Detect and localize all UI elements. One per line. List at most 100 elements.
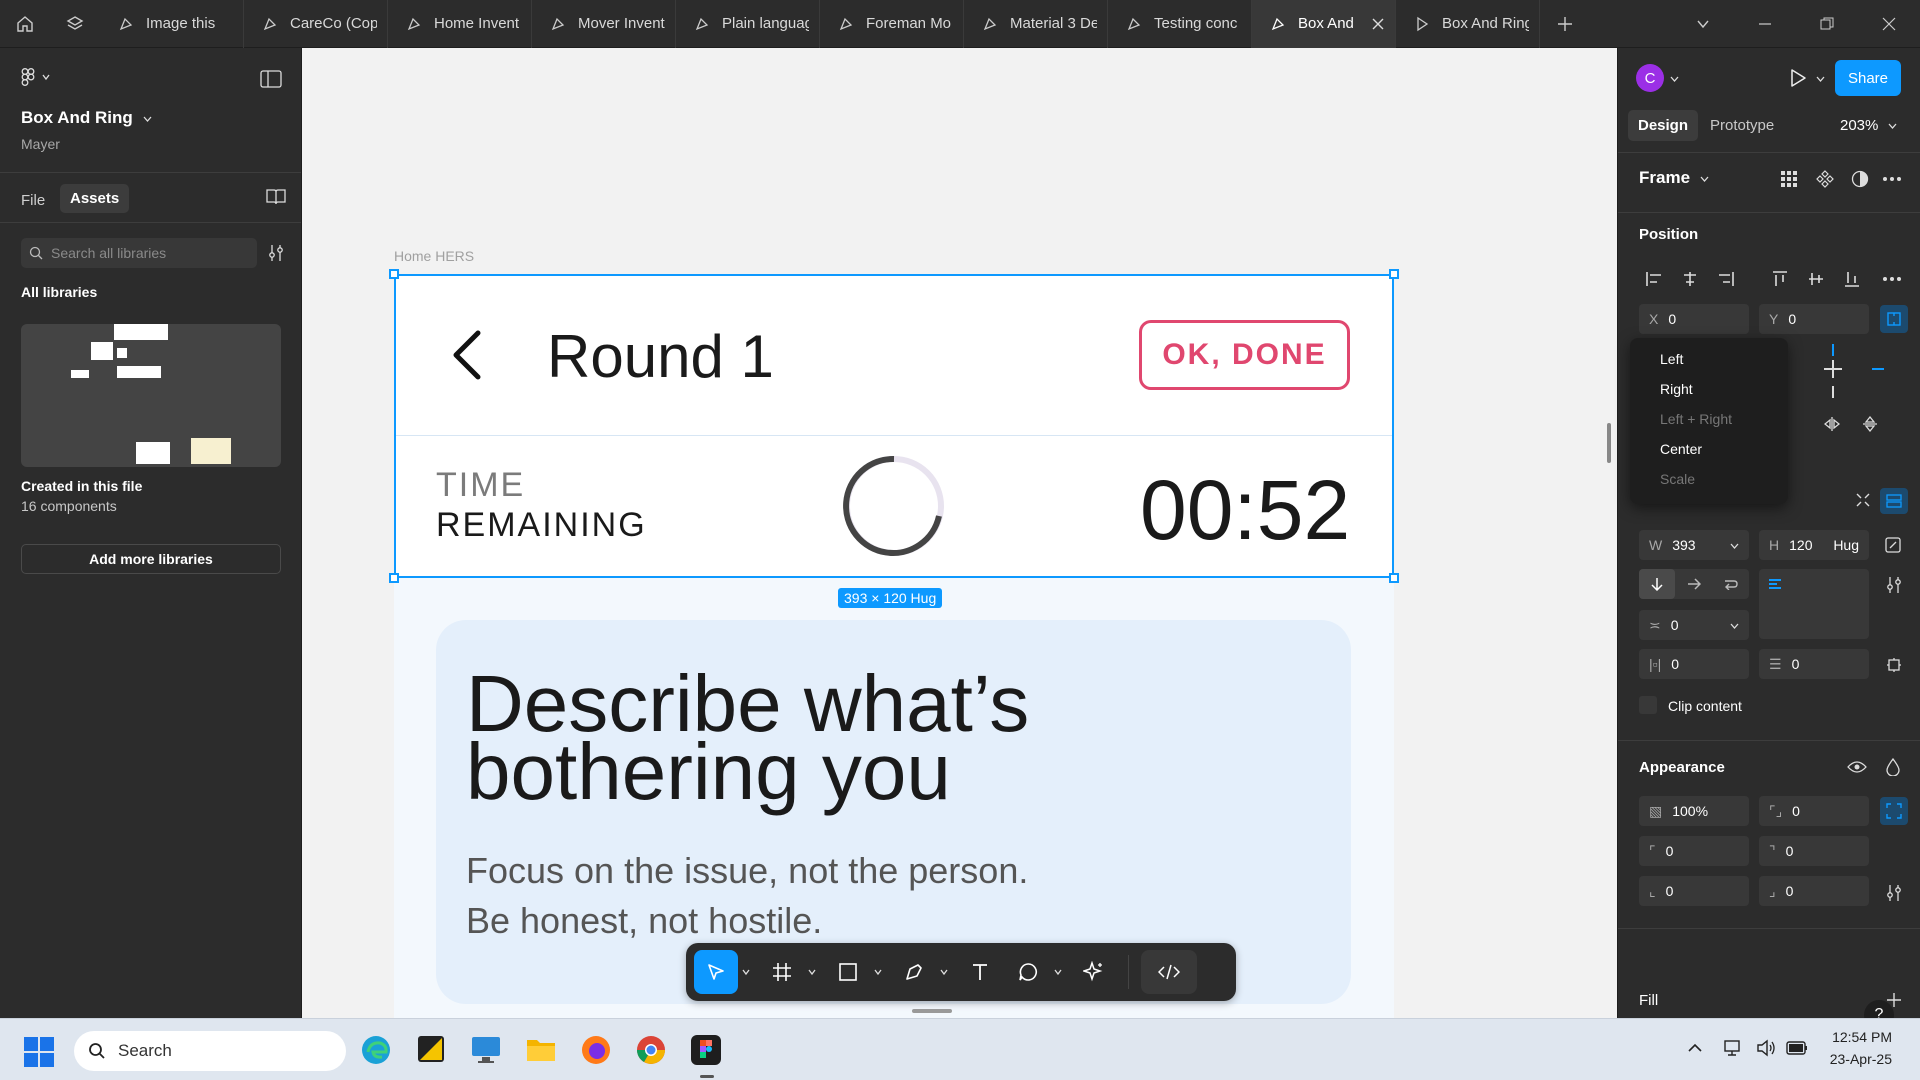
radius-bottom-right-field[interactable]: ⌟ 0 — [1759, 876, 1869, 906]
firefox-icon[interactable] — [580, 1034, 612, 1066]
share-button[interactable]: Share — [1835, 60, 1901, 96]
home-icon[interactable] — [0, 0, 50, 48]
arrow-right-icon[interactable] — [1675, 569, 1712, 599]
clip-content-checkbox[interactable] — [1639, 696, 1657, 714]
mask-icon[interactable] — [1851, 170, 1869, 188]
file-name[interactable]: Box And Ring — [21, 108, 152, 128]
selection-handle[interactable] — [1389, 269, 1399, 279]
opacity-field[interactable]: ▧ 100% — [1639, 796, 1749, 826]
file-tab[interactable]: Testing conc — [1108, 0, 1252, 48]
volume-icon[interactable] — [1756, 1039, 1776, 1057]
canvas[interactable]: Home HERS Round 1 OK, DONE TIME REMAININ… — [302, 48, 1617, 1018]
tab-assets[interactable]: Assets — [60, 184, 130, 213]
chrome-icon[interactable] — [635, 1034, 667, 1066]
menu-item-right[interactable]: Right — [1630, 374, 1788, 404]
constraints-icon[interactable] — [1880, 305, 1908, 333]
gap-field[interactable]: ≍ 0 — [1639, 610, 1749, 640]
file-explorer-icon[interactable] — [525, 1034, 557, 1064]
wrap-icon[interactable] — [1712, 569, 1749, 599]
constraint-right-line[interactable] — [1872, 368, 1884, 370]
file-tab[interactable]: Mover Invent — [532, 0, 676, 48]
add-libraries-button[interactable]: Add more libraries — [21, 544, 281, 574]
collapse-icon[interactable] — [1855, 492, 1871, 508]
menu-item-center[interactable]: Center — [1630, 434, 1788, 464]
horizontal-scrollbar[interactable] — [912, 1009, 952, 1013]
windows-start-icon[interactable] — [24, 1037, 54, 1067]
align-bottom-icon[interactable] — [1837, 264, 1867, 294]
more-icon[interactable] — [1877, 264, 1907, 294]
filter-icon[interactable] — [268, 244, 284, 262]
dev-mode-icon[interactable] — [1141, 950, 1197, 994]
chevron-down-icon[interactable] — [1672, 0, 1734, 48]
battery-icon[interactable] — [1786, 1041, 1808, 1055]
file-tab[interactable]: Image this — [100, 0, 244, 48]
independent-corners-icon[interactable] — [1880, 797, 1908, 825]
corner-radius-field[interactable]: ⌜⌟ 0 — [1759, 796, 1869, 826]
selection-handle[interactable] — [389, 573, 399, 583]
horizontal-padding-field[interactable]: |▫| 0 — [1639, 649, 1749, 679]
constraint-center-v[interactable] — [1832, 360, 1834, 378]
book-icon[interactable] — [266, 188, 286, 206]
drop-icon[interactable] — [1886, 758, 1900, 776]
chevron-down-icon[interactable] — [808, 968, 822, 976]
rectangle-tool-icon[interactable] — [826, 950, 870, 994]
align-right-icon[interactable] — [1711, 264, 1741, 294]
frame-type-dropdown[interactable]: Frame — [1639, 168, 1709, 188]
constraint-widget[interactable] — [1778, 344, 1918, 494]
frame-tool-icon[interactable] — [760, 950, 804, 994]
file-tab[interactable]: Home Invent — [388, 0, 532, 48]
clock-date[interactable]: 23-Apr-25 — [1820, 1051, 1892, 1067]
file-tab[interactable]: Plain languag — [676, 0, 820, 48]
figma-app-icon[interactable] — [690, 1034, 722, 1066]
align-left-icon[interactable] — [1639, 264, 1669, 294]
library-thumbnail[interactable] — [21, 324, 281, 467]
zoom-control[interactable]: 203% — [1840, 117, 1897, 134]
network-icon[interactable] — [1724, 1039, 1744, 1057]
resize-icon[interactable] — [1885, 537, 1901, 553]
radius-settings-icon[interactable] — [1886, 884, 1902, 902]
chevron-down-icon[interactable] — [1816, 74, 1825, 83]
avatar[interactable]: C — [1636, 64, 1664, 92]
y-field[interactable]: Y0 — [1759, 304, 1869, 334]
file-tab-active[interactable]: Box And — [1252, 0, 1396, 48]
x-field[interactable]: X0 — [1639, 304, 1749, 334]
vertical-padding-field[interactable]: ☰ 0 — [1759, 649, 1869, 679]
library-search-input[interactable]: Search all libraries — [21, 238, 257, 268]
align-center-h-icon[interactable] — [1675, 264, 1705, 294]
align-middle-icon[interactable] — [1801, 264, 1831, 294]
comment-tool-icon[interactable] — [1006, 950, 1050, 994]
auto-layout-icon[interactable] — [1880, 488, 1908, 514]
constraint-top-line[interactable] — [1832, 344, 1834, 356]
tab-prototype[interactable]: Prototype — [1710, 117, 1774, 134]
constraint-bottom-line[interactable] — [1832, 386, 1834, 398]
pen-tool-icon[interactable] — [892, 950, 936, 994]
frame-label[interactable]: Home HERS — [394, 248, 474, 264]
close-icon[interactable] — [1371, 17, 1385, 31]
clock-time[interactable]: 12:54 PM — [1820, 1029, 1892, 1045]
chevron-up-icon[interactable] — [1688, 1043, 1702, 1053]
menu-item-left[interactable]: Left — [1630, 344, 1788, 374]
ai-sparkle-icon[interactable] — [1072, 950, 1116, 994]
vertical-scrollbar[interactable] — [1607, 423, 1611, 463]
selection-handle[interactable] — [389, 269, 399, 279]
radius-top-left-field[interactable]: ⌜ 0 — [1639, 836, 1749, 866]
restore-icon[interactable] — [1796, 0, 1858, 48]
main-menu-button[interactable] — [20, 68, 50, 86]
chevron-down-icon[interactable] — [940, 968, 954, 976]
file-tab[interactable]: Foreman Mo — [820, 0, 964, 48]
edge-icon[interactable] — [360, 1034, 392, 1066]
team-name[interactable]: Mayer — [21, 136, 60, 152]
auto-layout-settings-icon[interactable] — [1886, 576, 1902, 594]
align-top-icon[interactable] — [1765, 264, 1795, 294]
notes-app-icon[interactable] — [416, 1034, 446, 1064]
present-play-icon[interactable] — [1788, 68, 1808, 88]
taskbar-search[interactable]: Search — [74, 1031, 346, 1071]
tab-design[interactable]: Design — [1628, 110, 1699, 141]
width-field[interactable]: W 393 — [1639, 530, 1749, 560]
chevron-down-icon[interactable] — [1670, 74, 1679, 83]
move-tool-icon[interactable] — [694, 950, 738, 994]
app-frame[interactable]: Round 1 OK, DONE TIME REMAINING 00:52 39… — [389, 269, 1399, 1018]
file-tab[interactable]: Material 3 De — [964, 0, 1108, 48]
arrow-down-icon[interactable] — [1639, 569, 1675, 599]
prototype-tab[interactable]: Box And Ring — [1396, 0, 1540, 48]
